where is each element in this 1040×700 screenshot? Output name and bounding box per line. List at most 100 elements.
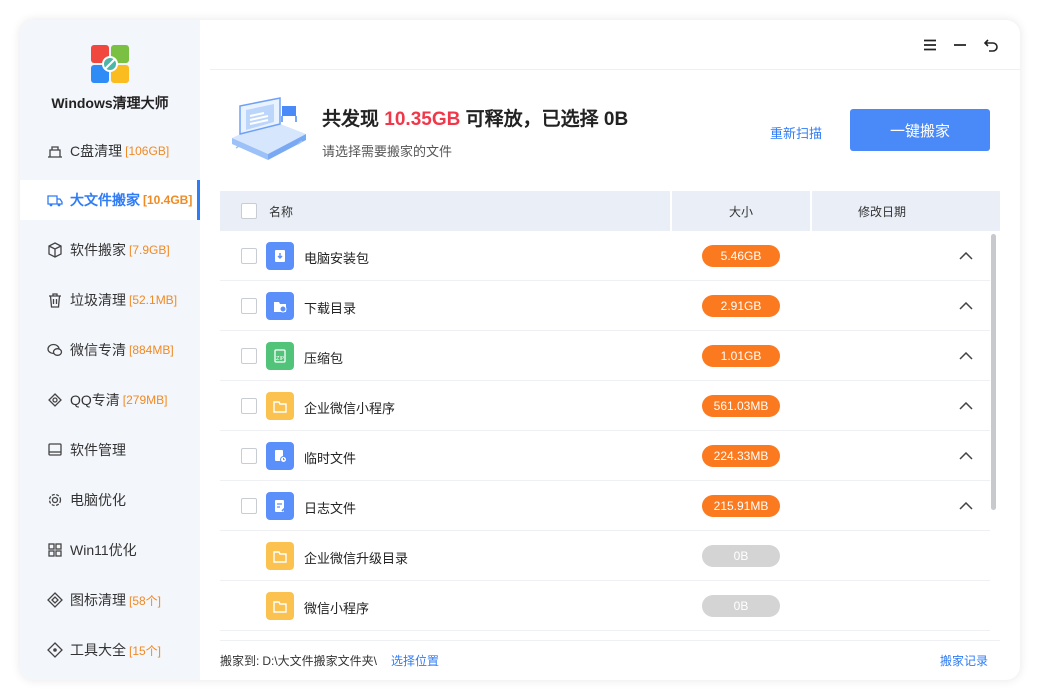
sidebar-item-qq-clean[interactable]: QQ专清 [279MB] [20,380,200,420]
sidebar-item-win11-optimize[interactable]: Win11优化 [20,530,200,570]
folder-icon [266,542,294,570]
wechat-icon [46,341,64,359]
table-row[interactable]: ZIP 压缩包 1.01GB [220,331,990,381]
sidebar-item-junk-clean[interactable]: 垃圾清理 [52.1MB] [20,280,200,320]
size-badge: 0B [702,545,780,567]
sidebar-item-label: 软件管理 [70,442,126,458]
select-all-checkbox[interactable] [241,203,257,219]
destination-path: D:\大文件搬家文件夹\ [262,654,378,668]
menu-icon[interactable] [919,36,941,54]
move-history-link[interactable]: 搬家记录 [940,652,988,669]
sidebar: Windows清理大师 C盘清理 [106GB] 大文件搬家 [10.4GB] … [20,20,200,680]
main-panel: 共发现 10.35GB 可释放，已选择 0B 请选择需要搬家的文件 重新扫描 一… [200,20,1020,680]
row-name: 企业微信升级目录 [304,551,409,566]
size-badge: 1.01GB [702,345,780,367]
sidebar-item-label: 图标清理 [70,592,126,608]
scrollbar-thumb[interactable] [991,234,996,510]
zip-icon: ZIP [266,342,294,370]
column-label: 名称 [269,204,294,219]
box-icon [46,241,64,259]
sidebar-item-count: [279MB] [122,393,168,407]
sidebar-item-label: 微信专清 [70,342,126,358]
app-window: Windows清理大师 C盘清理 [106GB] 大文件搬家 [10.4GB] … [20,20,1020,680]
back-close-icon[interactable] [980,36,1002,54]
sidebar-item-software-manager[interactable]: 软件管理 [20,430,200,470]
sidebar-item-label: Win11优化 [70,542,137,558]
chevron-up-icon[interactable] [956,346,976,366]
size-badge: 215.91MB [702,495,780,517]
sidebar-item-count: [52.1MB] [129,293,178,307]
computer-move-illustration [228,94,310,164]
destination-bar: 搬家到: D:\大文件搬家文件夹\ 选择位置 [220,652,439,669]
table-row[interactable]: 企业微信小程序 561.03MB [220,381,990,431]
page-title: 共发现 10.35GB 可释放，已选择 0B [322,104,628,131]
column-header-date[interactable]: 修改日期 [812,191,952,231]
sidebar-item-label: 大文件搬家 [70,192,140,208]
sidebar-item-label: QQ专清 [70,392,120,408]
row-name: 微信小程序 [304,601,370,616]
chevron-up-icon[interactable] [956,496,976,516]
sidebar-item-label: 垃圾清理 [70,292,126,308]
row-checkbox[interactable] [241,298,257,314]
sidebar-item-count: [15个] [129,643,162,658]
folder-icon [266,392,294,420]
sidebar-item-software-move[interactable]: 软件搬家 [7.9GB] [20,230,200,270]
sidebar-item-pc-optimize[interactable]: 电脑优化 [20,480,200,520]
table-row[interactable]: 日志文件 215.91MB [220,481,990,531]
one-click-move-button[interactable]: 一键搬家 [850,109,990,151]
rescan-link[interactable]: 重新扫描 [770,123,822,142]
column-header-size[interactable]: 大小 [672,191,812,231]
truck-icon [46,191,64,209]
divider [220,640,1000,641]
diamond-icon [46,591,64,609]
installer-icon [266,242,294,270]
sidebar-item-label: C盘清理 [70,143,123,159]
broom-icon [46,142,64,160]
choose-location-link[interactable]: 选择位置 [391,654,439,668]
chevron-up-icon[interactable] [956,246,976,266]
row-checkbox[interactable] [241,498,257,514]
divider [210,69,1020,70]
table-row[interactable]: 企业微信升级目录 0B [220,531,990,581]
download-folder-icon [266,292,294,320]
file-category-list: 电脑安装包 5.46GB 下载目录 2.91GB ZIP 压缩包 1.01GB [220,231,990,631]
row-name: 下载目录 [304,301,357,316]
app-logo-icon [90,44,130,84]
table-row[interactable]: 下载目录 2.91GB [220,281,990,331]
title-prefix: 共发现 [322,109,385,130]
row-checkbox[interactable] [241,248,257,264]
grid-icon [46,541,64,559]
size-badge: 2.91GB [702,295,780,317]
trash-icon [46,291,64,309]
row-checkbox[interactable] [241,398,257,414]
sidebar-item-c-drive-clean[interactable]: C盘清理 [106GB] [20,131,200,171]
log-file-icon [266,492,294,520]
page-subtitle: 请选择需要搬家的文件 [322,144,453,159]
qq-icon [46,391,64,409]
table-row[interactable]: 电脑安装包 5.46GB [220,231,990,281]
sidebar-item-icon-clean[interactable]: 图标清理 [58个] [20,580,200,620]
table-row[interactable]: 临时文件 224.33MB [220,431,990,481]
row-name: 压缩包 [304,351,344,366]
row-checkbox[interactable] [241,348,257,364]
monitor-icon [46,441,64,459]
sidebar-item-count: [7.9GB] [129,243,170,257]
chevron-up-icon[interactable] [956,396,976,416]
title-amount: 10.35GB [384,109,461,130]
gear-icon [46,491,64,509]
chevron-up-icon[interactable] [956,446,976,466]
svg-text:ZIP: ZIP [276,356,284,362]
title-suffix: 可释放，已选择 0B [460,109,629,130]
sidebar-item-wechat-clean[interactable]: 微信专清 [884MB] [20,330,200,370]
size-badge: 5.46GB [702,245,780,267]
sidebar-item-large-file-move[interactable]: 大文件搬家 [10.4GB] [20,180,200,220]
size-badge: 224.33MB [702,445,780,467]
row-checkbox[interactable] [241,448,257,464]
chevron-up-icon[interactable] [956,296,976,316]
size-badge: 0B [702,595,780,617]
table-row[interactable]: 微信小程序 0B [220,581,990,631]
sidebar-item-toolbox[interactable]: 工具大全 [15个] [20,630,200,670]
row-name: 企业微信小程序 [304,401,396,416]
minimize-icon[interactable] [949,36,971,54]
sidebar-item-count: [10.4GB] [143,193,193,207]
